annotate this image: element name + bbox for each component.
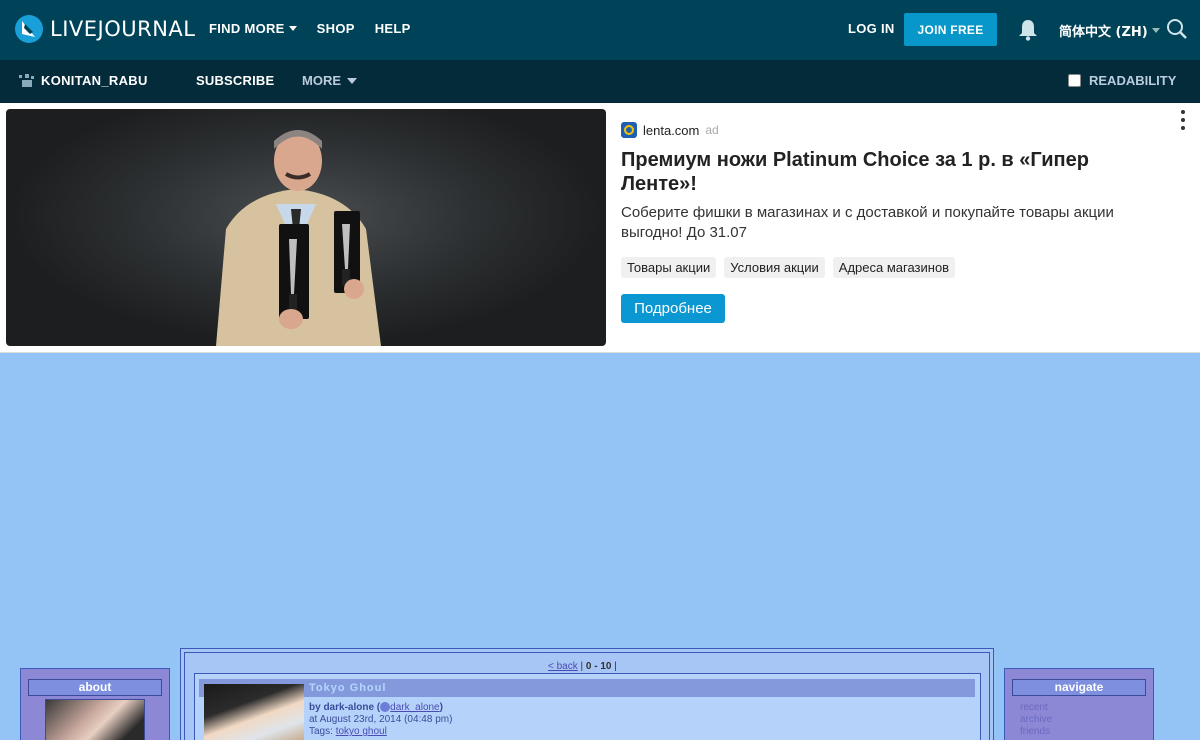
more-menu[interactable]: MORE (302, 73, 357, 88)
entry-meta: by dark-alone ( dark_alone) at August 23r… (309, 702, 452, 738)
navigate-links: recent archive friends (1020, 702, 1052, 738)
ad-options-icon[interactable] (1180, 110, 1186, 130)
entry-author-label: by dark-alone ( (309, 702, 381, 713)
login-link[interactable]: LOG IN (848, 21, 895, 36)
entry-author: by dark-alone ( dark_alone) (309, 702, 452, 714)
nav-find-more-label: FIND MORE (209, 21, 285, 36)
ad-tag[interactable]: Условия акции (724, 257, 825, 278)
entry-tags: Tags: tokyo ghoul (309, 726, 452, 738)
pager-range: 0 - 10 (585, 661, 612, 672)
user-journal-icon (19, 74, 34, 87)
chevron-down-icon (288, 26, 297, 31)
subscribe-button[interactable]: SUBSCRIBE (196, 73, 274, 88)
ad-description: Соберите фишки в магазинах и с доставкой… (621, 204, 1114, 241)
pager: < back | 0 - 10 | (548, 661, 617, 672)
nav-shop[interactable]: SHOP (317, 21, 355, 36)
nav-help[interactable]: HELP (375, 21, 411, 36)
join-free-button[interactable]: JOIN FREE (904, 13, 997, 46)
language-selector[interactable]: 简体中文 (ZH) (1059, 21, 1160, 40)
main-nav: FIND MORE SHOP HELP (209, 21, 431, 36)
nav-friends-link[interactable]: friends (1020, 726, 1052, 738)
user-icon (380, 702, 391, 713)
ad-title[interactable]: Премиум ножи Platinum Choice за 1 р. в «… (621, 148, 1161, 196)
brand-name: LIVEJOURNAL (50, 17, 196, 41)
lenta-logo-icon (621, 122, 637, 138)
nav-archive-link[interactable]: archive (1020, 714, 1052, 726)
ad-tags: Товары акции Условия акции Адреса магази… (621, 257, 956, 278)
bell-icon[interactable] (1018, 19, 1038, 41)
more-label: MORE (302, 73, 341, 88)
user-avatar (45, 699, 145, 740)
entry-author-link[interactable]: dark_alone (390, 702, 439, 713)
search-icon[interactable] (1166, 18, 1188, 40)
pager-separator: | (614, 661, 617, 672)
livejournal-logo[interactable]: LIVEJOURNAL (14, 14, 196, 44)
journal-username[interactable]: KONITAN_RABU (41, 73, 148, 88)
livejournal-logo-icon (15, 15, 43, 43)
ad-label: ad (705, 123, 719, 137)
ad-tag[interactable]: Товары акции (621, 257, 717, 278)
journal-subbar (0, 60, 1200, 103)
chevron-down-icon (1151, 28, 1160, 33)
ad-details-button[interactable]: Подробнее (621, 294, 725, 323)
readability-checkbox[interactable] (1068, 74, 1081, 87)
ad-tag[interactable]: Адреса магазинов (832, 257, 956, 278)
nav-recent-link[interactable]: recent (1020, 702, 1052, 714)
pager-back-link[interactable]: < back (548, 661, 578, 672)
ad-image[interactable] (6, 109, 606, 346)
nav-find-more[interactable]: FIND MORE (209, 21, 297, 36)
entry-author-suffix: ) (439, 702, 443, 713)
ad-source[interactable]: lenta.com ad (621, 122, 719, 138)
readability-toggle[interactable]: READABILITY (1068, 73, 1176, 88)
language-label: 简体中文 (ZH) (1059, 25, 1148, 40)
ad-source-name: lenta.com (643, 122, 700, 138)
about-header: about (28, 679, 162, 696)
entry-tag-link[interactable]: tokyo ghoul (336, 726, 387, 737)
readability-label: READABILITY (1089, 73, 1177, 88)
navigate-header: navigate (1012, 679, 1146, 696)
pager-separator: | (580, 661, 584, 672)
entry-title[interactable]: Tokyo Ghoul (309, 682, 386, 694)
chevron-down-icon (347, 77, 357, 84)
ad-banner: lenta.com ad Премиум ножи Platinum Choic… (0, 103, 1200, 353)
entry-date: at August 23rd, 2014 (04:48 pm) (309, 714, 453, 725)
entry-tags-label: Tags: (309, 726, 333, 737)
ad-image-figure (216, 130, 381, 346)
entry-userpic (204, 684, 304, 740)
